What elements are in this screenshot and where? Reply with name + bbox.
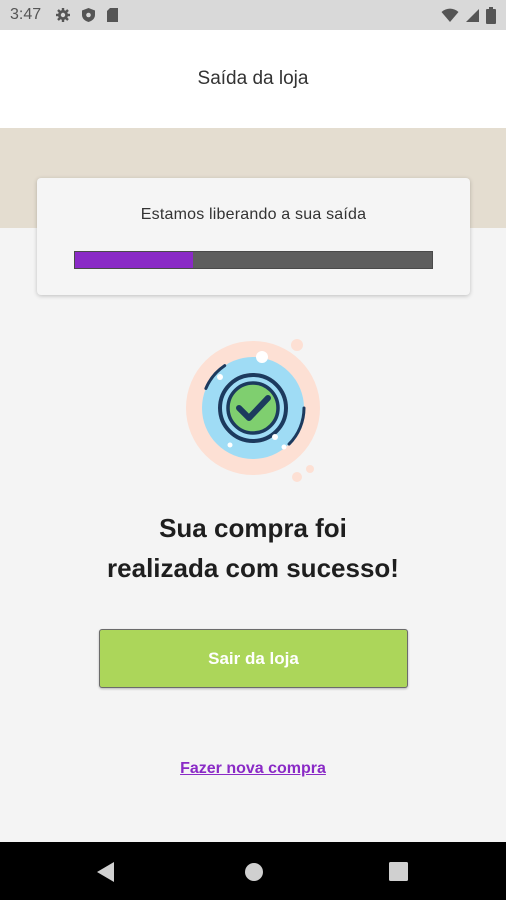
back-icon[interactable]	[96, 861, 116, 883]
battery-icon	[486, 6, 496, 24]
shield-icon	[82, 8, 96, 22]
status-left-icons	[55, 7, 119, 23]
success-message-line1: Sua compra foi	[159, 513, 347, 543]
status-time: 3:47	[10, 6, 42, 23]
page-title: Saída da loja	[197, 68, 309, 89]
success-message-line2: realizada com sucesso!	[107, 553, 399, 583]
recents-icon[interactable]	[389, 862, 408, 881]
status-right-icons	[441, 6, 496, 24]
sd-card-icon	[107, 8, 119, 22]
status-bar: 3:47	[0, 0, 506, 30]
wifi-icon	[441, 8, 459, 22]
progress-bar-fill	[75, 252, 193, 268]
success-message: Sua compra foi realizada com sucesso!	[0, 508, 506, 588]
gear-icon	[56, 8, 71, 22]
home-icon[interactable]	[244, 862, 264, 882]
exit-store-button[interactable]: Sair da loja	[99, 629, 408, 688]
signal-icon	[466, 8, 479, 22]
screen: 3:47 Saída da loja Estamos liberando a s…	[0, 0, 506, 900]
new-purchase-link[interactable]: Fazer nova compra	[0, 760, 506, 778]
progress-bar	[74, 251, 433, 269]
check-circle-icon	[186, 339, 320, 482]
progress-card: Estamos liberando a sua saída	[37, 178, 470, 295]
app-header: Saída da loja	[0, 30, 506, 128]
navigation-bar	[0, 842, 506, 900]
progress-message: Estamos liberando a sua saída	[140, 206, 367, 223]
